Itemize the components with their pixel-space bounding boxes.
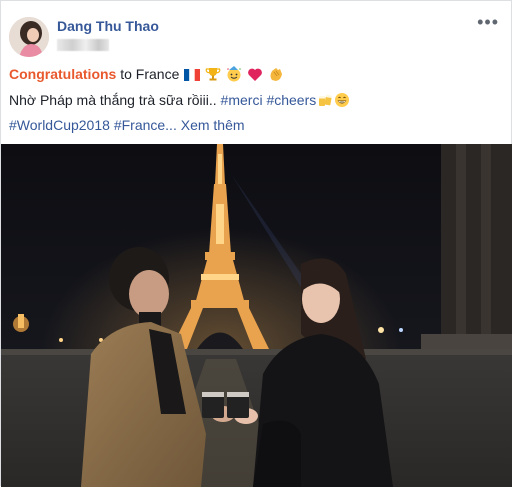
caption-line-1: Congratulations to France — [9, 66, 284, 85]
post-photo[interactable] — [1, 144, 512, 487]
france-flag-icon — [184, 68, 201, 84]
avatar[interactable] — [9, 17, 49, 57]
caption-text: to France — [116, 66, 184, 83]
clapping-hands-icon — [268, 66, 284, 85]
congratulations-text: Congratulations — [9, 66, 117, 83]
hashtag-worldcup2018[interactable]: #WorldCup2018 — [9, 117, 110, 133]
beer-mugs-icon — [317, 92, 333, 111]
caption-line-2: Nhờ Pháp mà thắng trà sữa rồiii.. #merci… — [9, 92, 350, 111]
author-name[interactable]: Dang Thu Thao — [57, 18, 159, 34]
caption-text-2: Nhờ Pháp mà thắng trà sữa rồiii.. — [9, 92, 221, 109]
see-more-link[interactable]: Xem thêm — [181, 117, 245, 133]
heart-icon — [247, 67, 263, 85]
grin-icon — [334, 92, 350, 111]
hashtag-france[interactable]: #France... — [114, 117, 177, 133]
facebook-post: Dang Thu Thao ••• Congratulations to Fra… — [0, 0, 512, 487]
hashtag-merci[interactable]: #merci — [221, 92, 263, 108]
party-face-icon — [226, 66, 242, 85]
caption-line-3: #WorldCup2018 #France... Xem thêm — [9, 117, 245, 133]
hashtag-cheers[interactable]: #cheers — [266, 92, 316, 108]
more-options-icon[interactable]: ••• — [477, 13, 499, 31]
post-timestamp — [57, 39, 109, 51]
trophy-icon — [205, 66, 221, 85]
